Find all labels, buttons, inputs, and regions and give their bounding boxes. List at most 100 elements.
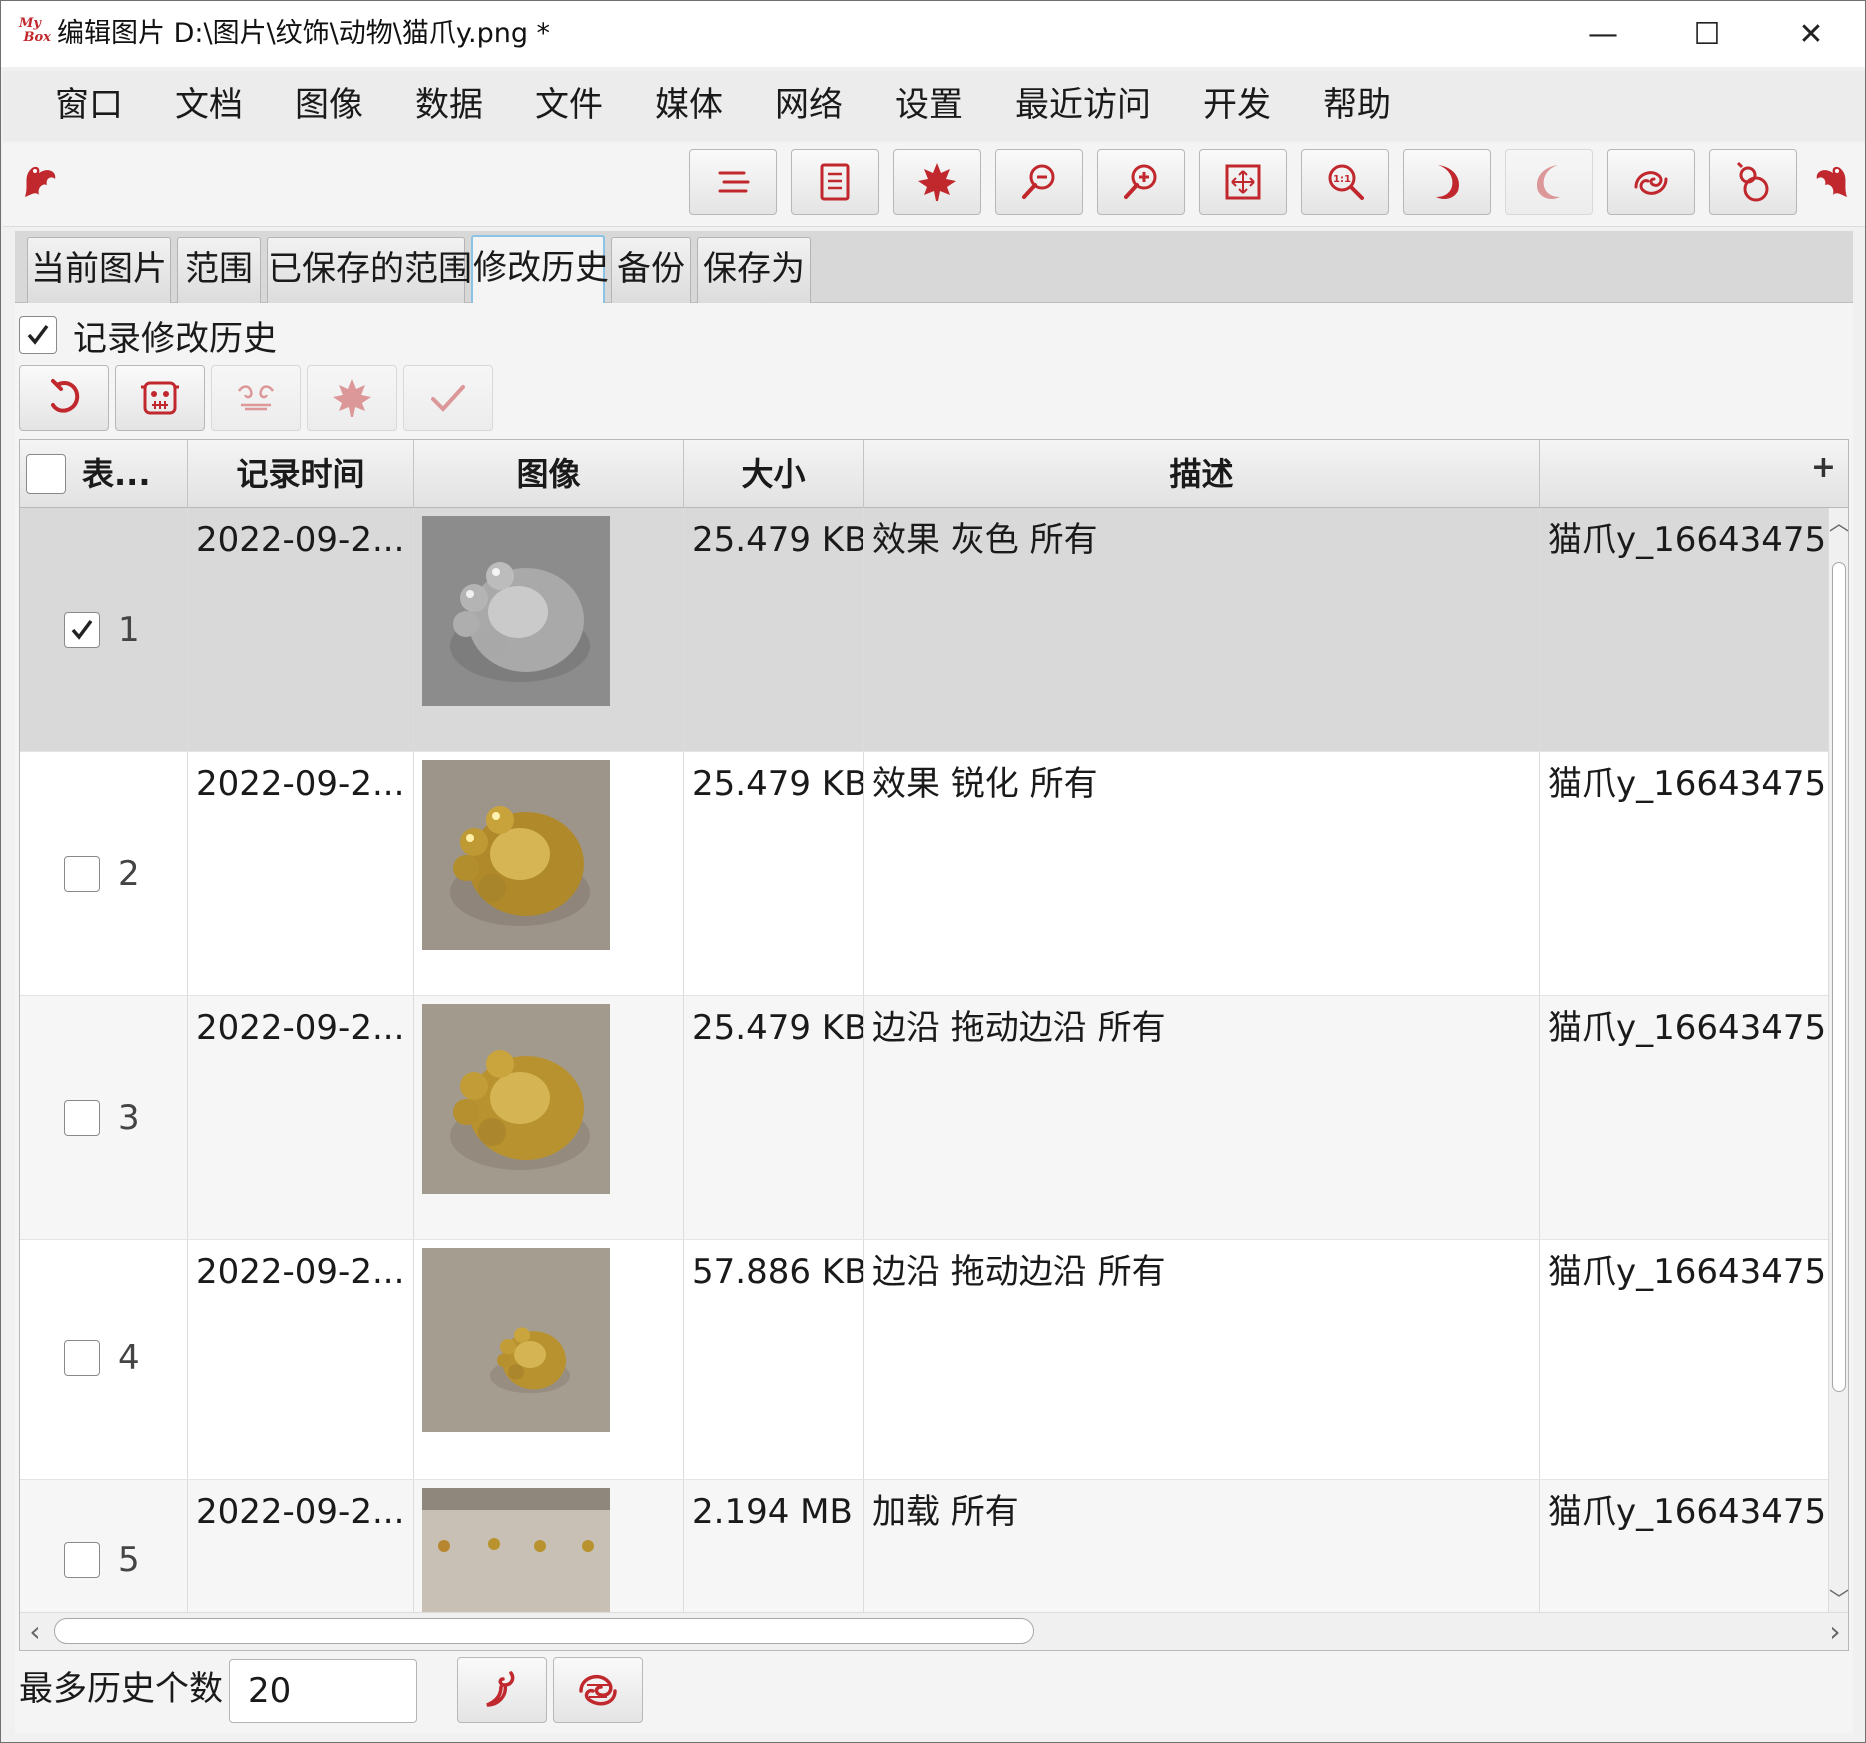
scroll-down-icon[interactable]: ﹀ — [1829, 1584, 1848, 1614]
actual-size-button[interactable]: 1:1 — [1301, 149, 1389, 215]
menu-help[interactable]: 帮助 — [1323, 83, 1391, 127]
time-cell: 2022-09-2... — [188, 1240, 414, 1479]
row-checkbox[interactable] — [64, 1340, 100, 1376]
table-row[interactable]: 4 2022-09-2... 57.886 KB 边沿 拖动边沿 所有 猫爪y_… — [20, 1240, 1830, 1480]
record-time: 2022-09-2... — [196, 764, 405, 804]
window-title: 编辑图片 D:\图片\纹饰\动物\猫爪y.png * — [57, 18, 551, 49]
rotate-right-button[interactable] — [1403, 149, 1491, 215]
apply-button[interactable] — [553, 1657, 643, 1723]
menu-recent[interactable]: 最近访问 — [1015, 83, 1151, 127]
column-select[interactable]: 表... — [20, 440, 188, 508]
menu-window[interactable]: 窗口 — [55, 83, 123, 127]
tab-saved-scopes[interactable]: 已保存的范围 — [267, 237, 472, 303]
zoom-in-button[interactable] — [1097, 149, 1185, 215]
zoom-out-button[interactable] — [995, 149, 1083, 215]
image-cell — [414, 508, 684, 751]
horizontal-scroll-thumb[interactable] — [54, 1618, 1034, 1644]
svg-text:1:1: 1:1 — [1333, 174, 1351, 185]
scroll-left-icon[interactable]: ‹ — [20, 1615, 50, 1649]
row-checkbox[interactable] — [64, 856, 100, 892]
record-history-checkbox[interactable] — [19, 316, 57, 354]
column-image[interactable]: 图像 — [414, 440, 684, 508]
max-history-label: 最多历史个数 — [19, 1669, 223, 1709]
max-history-input[interactable] — [229, 1659, 417, 1723]
cat-paw-gold-image — [422, 1004, 610, 1194]
select-cell: 1 — [20, 508, 188, 751]
column-file[interactable] — [1540, 440, 1848, 508]
row-index: 2 — [118, 854, 140, 894]
add-column-icon[interactable]: + — [1811, 450, 1836, 485]
tab-save-as[interactable]: 保存为 — [697, 237, 811, 303]
menu-settings[interactable]: 设置 — [895, 83, 963, 127]
size-cell: 2.194 MB — [684, 1480, 864, 1614]
tab-current-image[interactable]: 当前图片 — [27, 237, 171, 303]
table-row[interactable]: 5 2022-09-2... 2.194 MB 加载 所有 猫爪y_166434… — [20, 1480, 1830, 1614]
checkmark-icon — [431, 385, 465, 412]
delete-history-button[interactable] — [307, 365, 397, 431]
table-row[interactable]: 1 2022-09-2... 25.479 KB 效果 灰色 所有 猫爪y_16… — [20, 508, 1830, 752]
menu-media[interactable]: 媒体 — [655, 83, 723, 127]
cat-paw-gray-image — [422, 516, 610, 706]
image-size: 2.194 MB — [692, 1492, 853, 1532]
pattern-button[interactable] — [211, 365, 301, 431]
history-file-name: 猫爪y_16643475 — [1548, 1008, 1827, 1048]
maple-leaf-button[interactable] — [893, 149, 981, 215]
history-file-name: 猫爪y_16643475 — [1548, 520, 1827, 560]
gourd-button[interactable] — [1709, 149, 1797, 215]
table-row[interactable]: 3 2022-09-2... 25.479 KB 边沿 拖动边沿 所有 猫爪y_… — [20, 996, 1830, 1240]
menu-lines-button[interactable] — [689, 149, 777, 215]
menu-file[interactable]: 文件 — [535, 83, 603, 127]
modify-description: 加载 所有 — [872, 1492, 1019, 1532]
menu-document[interactable]: 文档 — [175, 83, 243, 127]
ok-swirl-icon — [486, 1671, 515, 1707]
zoom-out-icon — [1022, 164, 1055, 199]
time-cell: 2022-09-2... — [188, 508, 414, 751]
image-size: 25.479 KB — [692, 520, 864, 560]
rotate-left-icon — [1536, 165, 1560, 199]
minimize-button[interactable]: — — [1551, 1, 1655, 67]
row-checkbox[interactable] — [64, 1542, 100, 1578]
history-file-name: 猫爪y_16643475 — [1548, 764, 1827, 804]
scroll-up-icon[interactable]: ︿ — [1829, 508, 1848, 538]
row-checkbox[interactable] — [64, 1100, 100, 1136]
fit-window-button[interactable] — [1199, 149, 1287, 215]
maximize-button[interactable]: ☐ — [1655, 1, 1759, 67]
menu-network[interactable]: 网络 — [775, 83, 843, 127]
row-checkbox[interactable] — [64, 612, 100, 648]
history-thumbnail — [422, 516, 610, 706]
table-row[interactable]: 2 2022-09-2... 25.479 KB 效果 锐化 所有 猫爪y_16… — [20, 752, 1830, 996]
history-thumbnail — [422, 1004, 610, 1194]
file-cell: 猫爪y_16643475 — [1540, 1480, 1830, 1614]
rotate-left-button[interactable] — [1505, 149, 1593, 215]
scroll-right-icon[interactable]: › — [1820, 1615, 1848, 1649]
document-list-button[interactable] — [791, 149, 879, 215]
select-all-checkbox[interactable] — [26, 454, 66, 494]
menu-data[interactable]: 数据 — [415, 83, 483, 127]
tab-history[interactable]: 修改历史 — [471, 235, 609, 303]
select-cell: 5 — [20, 1480, 188, 1614]
history-thumbnail — [422, 1248, 610, 1432]
menu-bar: 窗口 文档 图像 数据 文件 媒体 网络 设置 最近访问 开发 帮助 — [3, 71, 1865, 141]
cat-paw-row-image — [422, 1488, 610, 1614]
use-history-button[interactable] — [115, 365, 205, 431]
refresh-history-button[interactable] — [19, 365, 109, 431]
refresh-icon — [51, 379, 80, 413]
menu-develop[interactable]: 开发 — [1203, 83, 1271, 127]
ok-button[interactable] — [457, 1657, 547, 1723]
column-description[interactable]: 描述 — [864, 440, 1540, 508]
tab-scope[interactable]: 范围 — [177, 237, 261, 303]
confirm-history-button[interactable] — [403, 365, 493, 431]
phoenix-icon — [1816, 166, 1847, 197]
vertical-scroll-thumb[interactable] — [1832, 562, 1846, 1392]
tab-backup[interactable]: 备份 — [611, 237, 691, 303]
record-history-option[interactable]: 记录修改历史 — [19, 311, 277, 359]
column-record-time[interactable]: 记录时间 — [188, 440, 414, 508]
menu-image[interactable]: 图像 — [295, 83, 363, 127]
close-button[interactable]: ✕ — [1759, 1, 1863, 67]
column-size[interactable]: 大小 — [684, 440, 864, 508]
document-list-icon — [820, 163, 850, 201]
vertical-scrollbar[interactable]: ︿ ﹀ — [1828, 508, 1848, 1614]
swirl-button[interactable] — [1607, 149, 1695, 215]
app-logo: My Box — [19, 16, 51, 45]
horizontal-scrollbar[interactable]: ‹ › — [20, 1612, 1848, 1650]
